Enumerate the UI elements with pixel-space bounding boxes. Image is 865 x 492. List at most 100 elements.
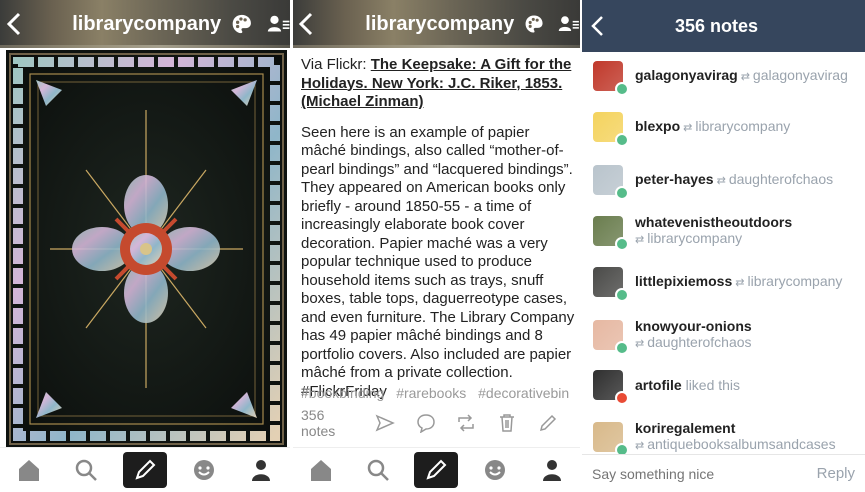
tab-activity[interactable] — [475, 450, 515, 490]
note-username[interactable]: knowyour-onions — [635, 318, 752, 334]
follow-icon[interactable] — [267, 13, 290, 35]
reblog-badge-icon — [615, 288, 629, 302]
tab-account[interactable] — [532, 450, 572, 490]
tab-home[interactable] — [301, 450, 341, 490]
blog-name[interactable]: librarycompany — [72, 13, 221, 36]
note-username[interactable]: blexpo — [635, 118, 680, 134]
avatar[interactable] — [593, 370, 629, 405]
note-username[interactable]: littlepixiemoss — [635, 273, 732, 289]
note-item[interactable]: whatevenistheoutdoors ⇄ librarycompany — [582, 207, 865, 255]
note-username[interactable]: koriregalement — [635, 420, 735, 436]
chevron-left-icon — [6, 12, 21, 36]
reblog-button[interactable] — [453, 411, 480, 435]
note-source[interactable]: daughterofchaos — [729, 171, 833, 187]
note-source[interactable]: daughterofchaos — [647, 334, 751, 350]
tab-activity[interactable] — [184, 450, 224, 490]
post-body: Via Flickr: The Keepsake: A Gift for the… — [301, 56, 575, 401]
post-text-panel: librarycompany Via Flickr: The Keepsake:… — [293, 0, 580, 492]
notes-header: 356 notes — [582, 0, 865, 52]
avatar[interactable] — [593, 216, 629, 251]
avatar[interactable] — [593, 320, 629, 355]
tab-compose[interactable] — [122, 452, 167, 488]
note-source[interactable]: galagonyavirag — [753, 67, 848, 83]
note-item[interactable]: peter-hayes ⇄ daughterofchaos — [582, 156, 865, 204]
note-item[interactable]: blexpo ⇄ librarycompany — [582, 103, 865, 151]
note-username[interactable]: galagonyavirag — [635, 67, 738, 83]
person-icon — [542, 460, 561, 481]
reblog-small-icon: ⇄ — [735, 277, 745, 289]
note-username[interactable]: whatevenistheoutdoors — [635, 214, 792, 230]
tag[interactable]: #rarebooks — [396, 385, 466, 401]
share-icon — [375, 414, 395, 432]
back-button[interactable] — [0, 0, 28, 48]
note-text: koriregalement ⇄ antiquebooksalbumsandcase… — [635, 420, 836, 454]
tab-search[interactable] — [66, 450, 106, 490]
tab-account[interactable] — [241, 450, 281, 490]
reply-bar: Reply — [582, 454, 865, 492]
post-source: Via Flickr: The Keepsake: A Gift for the… — [301, 56, 575, 112]
avatar[interactable] — [593, 267, 629, 302]
trash-icon — [500, 414, 515, 432]
avatar[interactable] — [593, 61, 629, 96]
reply-input[interactable] — [592, 465, 792, 482]
chevron-left-icon — [299, 12, 313, 36]
reply-button[interactable]: Reply — [817, 465, 855, 482]
note-username[interactable]: peter-hayes — [635, 171, 714, 187]
via-label: Via Flickr: — [301, 56, 371, 73]
blog-name[interactable]: librarycompany — [365, 13, 514, 36]
notes-count[interactable]: 356 notes — [301, 407, 356, 439]
tab-compose[interactable] — [414, 452, 459, 488]
avatar[interactable] — [593, 422, 629, 457]
reblog-small-icon: ⇄ — [635, 338, 645, 350]
note-text: littlepixiemoss ⇄ librarycompany — [635, 273, 842, 291]
note-source[interactable]: librarycompany — [695, 118, 790, 134]
blog-header: librarycompany — [293, 0, 580, 48]
reblog-badge-icon — [615, 237, 629, 251]
avatar[interactable] — [593, 112, 629, 147]
note-source[interactable]: librarycompany — [747, 273, 842, 289]
avatar[interactable] — [593, 165, 629, 200]
reply-button[interactable] — [412, 411, 439, 435]
pencil-icon — [135, 459, 156, 480]
reblog-badge-icon — [615, 186, 629, 200]
follow-icon[interactable] — [558, 13, 580, 35]
home-icon — [311, 460, 332, 481]
palette-icon[interactable] — [231, 11, 253, 37]
note-source[interactable]: librarycompany — [647, 230, 742, 246]
reblog-small-icon: ⇄ — [635, 440, 645, 452]
note-text: peter-hayes ⇄ daughterofchaos — [635, 171, 833, 189]
post-caption: Seen here is an example of papier mâché … — [301, 123, 575, 400]
palette-icon[interactable] — [524, 11, 544, 37]
chevron-left-icon — [591, 16, 603, 36]
note-action: liked this — [685, 377, 741, 393]
note-text: blexpo ⇄ librarycompany — [635, 118, 790, 136]
note-item[interactable]: galagonyavirag ⇄ galagonyavirag — [582, 52, 865, 100]
tab-home[interactable] — [9, 450, 49, 490]
tag[interactable]: #bookbinding — [301, 385, 384, 401]
tab-bar — [293, 447, 580, 492]
reblog-badge-icon — [615, 341, 629, 355]
note-source[interactable]: antiquebooksalbumsandcases — [647, 436, 835, 452]
tab-search[interactable] — [358, 450, 398, 490]
edit-button[interactable] — [534, 411, 561, 435]
reblog-badge-icon — [615, 133, 629, 147]
note-text: galagonyavirag ⇄ galagonyavirag — [635, 67, 848, 85]
tag[interactable]: #decorativebin — [478, 385, 569, 401]
search-icon — [75, 459, 97, 481]
post-actions: 356 notes — [301, 407, 575, 439]
note-text: artofile liked this — [635, 377, 740, 393]
note-text: whatevenistheoutdoors ⇄ librarycompany — [635, 214, 792, 248]
delete-button[interactable] — [494, 411, 521, 435]
back-button[interactable] — [293, 0, 319, 48]
speech-bubble-icon — [416, 414, 435, 433]
home-icon — [18, 460, 39, 481]
book-cover-image[interactable] — [6, 50, 287, 448]
note-item[interactable]: knowyour-onions ⇄ daughterofchaos — [582, 311, 865, 359]
smiley-icon — [194, 460, 215, 480]
post-tags: #bookbinding #rarebooks #decorativebin — [301, 385, 573, 401]
note-item[interactable]: littlepixiemoss ⇄ librarycompany — [582, 258, 865, 306]
note-item[interactable]: artofile liked this — [582, 361, 865, 409]
note-username[interactable]: artofile — [635, 377, 682, 393]
back-button[interactable] — [582, 0, 612, 52]
share-button[interactable] — [372, 411, 399, 435]
